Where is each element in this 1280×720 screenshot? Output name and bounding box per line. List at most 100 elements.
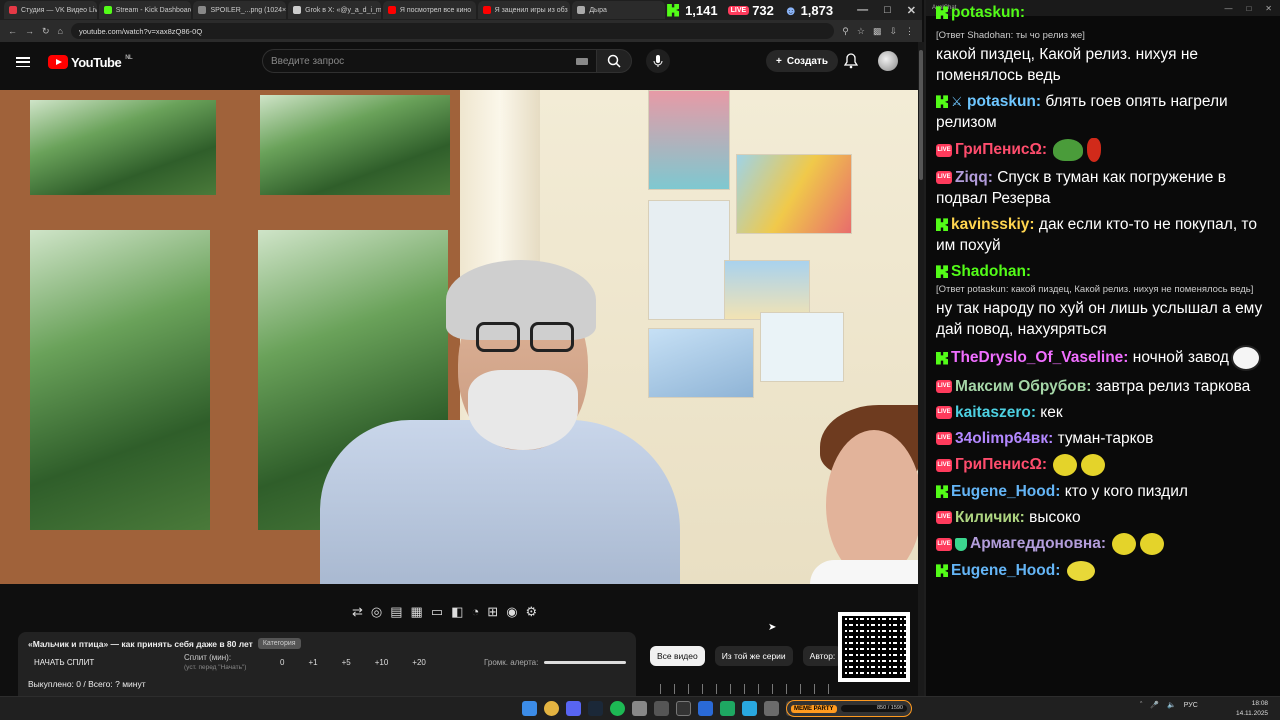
close-icon[interactable]: ✕ bbox=[907, 4, 916, 17]
app-icon[interactable] bbox=[654, 701, 669, 716]
blob-emote-icon bbox=[1066, 560, 1095, 581]
chat-username[interactable]: TheDryslo_Of_Vaseline: bbox=[951, 349, 1128, 366]
related-filters: Все видео Из той же серии Автор: bbox=[650, 646, 843, 666]
subtitles-icon[interactable]: ▤ bbox=[390, 604, 402, 620]
chat-username[interactable]: kavinsskiy: bbox=[951, 216, 1035, 233]
chat-username[interactable]: potaskun: bbox=[951, 4, 1025, 21]
extensions-icon[interactable]: ▩ bbox=[873, 26, 882, 37]
split-add-5-button[interactable]: +5 bbox=[342, 658, 351, 667]
mic-icon[interactable]: 🎤 bbox=[1150, 701, 1159, 709]
search-input[interactable]: Введите запрос bbox=[262, 49, 596, 73]
app-icon[interactable] bbox=[720, 701, 735, 716]
clock[interactable]: 18:08 14.11.2025 bbox=[1236, 699, 1268, 719]
tab-favicon-icon bbox=[387, 6, 396, 14]
hamburger-menu-icon[interactable] bbox=[16, 57, 30, 67]
url-field[interactable]: youtube.com/watch?v=xax8zQ86-0Q bbox=[70, 23, 835, 39]
category-button[interactable]: Категория bbox=[257, 638, 301, 649]
browser-tab[interactable]: Я посмотрел все кино bbox=[382, 1, 476, 19]
chat-username[interactable]: Армагеддоновна: bbox=[970, 535, 1106, 552]
notifications-button[interactable] bbox=[843, 53, 859, 74]
windows-start-icon[interactable] bbox=[522, 701, 537, 716]
tab-favicon-icon bbox=[293, 6, 302, 14]
live-icon: LIVE bbox=[936, 511, 952, 525]
maximize-icon[interactable]: □ bbox=[884, 4, 891, 17]
spotify-icon[interactable] bbox=[610, 701, 625, 716]
browser-tab[interactable]: Я заценил игры из обз bbox=[477, 1, 571, 19]
speaker-icon[interactable]: 🔈 bbox=[1167, 701, 1176, 709]
split-add-1-button[interactable]: +1 bbox=[308, 658, 317, 667]
app-icon[interactable] bbox=[764, 701, 779, 716]
split-add-20-button[interactable]: +20 bbox=[412, 658, 426, 667]
meme-party-widget[interactable]: MEME PARTY 850 / 1590 bbox=[786, 700, 912, 717]
gear-icon[interactable]: ⚙ bbox=[526, 604, 538, 620]
frog-emote-icon bbox=[1053, 139, 1084, 161]
chat-username[interactable]: kaitaszero: bbox=[955, 404, 1036, 421]
loop-icon[interactable]: ⇄ bbox=[352, 604, 363, 620]
filter-same-series[interactable]: Из той же серии bbox=[714, 646, 793, 666]
chat-username[interactable]: Ziqq: bbox=[955, 169, 993, 186]
chat-message: LIVE ГриПенисΩ: bbox=[936, 454, 1276, 476]
screenshot-icon[interactable]: ◉ bbox=[506, 604, 517, 620]
chat-username[interactable]: 34olimp64вк: bbox=[955, 430, 1053, 447]
chrome-icon[interactable] bbox=[544, 701, 559, 716]
steam-icon[interactable] bbox=[588, 701, 603, 716]
browser-tab[interactable]: Дыра bbox=[572, 1, 666, 19]
telegram-icon[interactable] bbox=[742, 701, 757, 716]
browser-tab[interactable]: SPOILER_...png (1024×1 bbox=[193, 1, 287, 19]
keyboard-icon[interactable] bbox=[576, 57, 588, 65]
alert-volume-label: Громк. алерта: bbox=[484, 658, 539, 667]
youtube-logo[interactable]: YouTube NL bbox=[48, 55, 133, 70]
theater-icon[interactable]: ▭ bbox=[431, 604, 443, 620]
chat-username[interactable]: Eugene_Hood: bbox=[951, 483, 1060, 500]
start-split-button[interactable]: НАЧАТЬ СПЛИТ bbox=[34, 658, 94, 667]
filter-all-videos[interactable]: Все видео bbox=[650, 646, 705, 666]
forward-icon[interactable]: → bbox=[25, 26, 34, 36]
search-button[interactable] bbox=[596, 49, 632, 73]
plus-icon: + bbox=[776, 55, 782, 67]
clip-icon[interactable]: ▦ bbox=[411, 604, 423, 620]
chat-username[interactable]: potaskun: bbox=[967, 93, 1041, 110]
app-icon[interactable] bbox=[698, 701, 713, 716]
minimize-icon[interactable]: — bbox=[857, 4, 868, 17]
download-icon[interactable]: ⇩ bbox=[889, 26, 897, 37]
stream-stats: 1,141 LIVE 732 ☻ 1,873 — □ ✕ bbox=[667, 3, 922, 18]
home-icon[interactable]: ⌂ bbox=[58, 26, 63, 36]
language-indicator[interactable]: РУС bbox=[1184, 702, 1198, 709]
browser-tab[interactable]: Студия — VK Видео Liv bbox=[4, 1, 97, 19]
chat-username[interactable]: Shadohan: bbox=[951, 263, 1031, 280]
yell-emote-icon bbox=[1081, 454, 1106, 476]
browser-tab[interactable]: Grok в X: «@y_a_d_i_m bbox=[288, 1, 381, 19]
obs-icon[interactable] bbox=[676, 701, 691, 716]
browser-tab[interactable]: Stream - Kick Dashboard bbox=[98, 1, 192, 19]
live-icon: LIVE bbox=[936, 458, 952, 472]
filter-author[interactable]: Автор: bbox=[802, 646, 843, 666]
chat-username[interactable]: Eugene_Hood: bbox=[951, 562, 1060, 579]
app-icon[interactable] bbox=[632, 701, 647, 716]
chat-username[interactable]: ГриПенисΩ: bbox=[955, 141, 1047, 158]
discord-icon[interactable] bbox=[566, 701, 581, 716]
chevron-up-icon[interactable]: ˆ bbox=[1140, 702, 1142, 709]
add-icon[interactable]: ⊞ bbox=[487, 604, 498, 620]
drawing bbox=[648, 200, 730, 320]
reload-icon[interactable]: ↻ bbox=[42, 26, 50, 37]
bookmark-icon[interactable]: ☆ bbox=[857, 26, 865, 37]
broadcast-icon[interactable]: ◎ bbox=[371, 604, 382, 620]
kick-icon bbox=[936, 218, 948, 232]
menu-dots-icon[interactable]: ⋮ bbox=[905, 26, 914, 37]
avatar[interactable] bbox=[878, 51, 898, 71]
chat-message: LIVE Армагеддоновна: bbox=[936, 533, 1276, 555]
speed-icon[interactable]: ◔ bbox=[471, 604, 479, 620]
chat-username[interactable]: ГриПенисΩ: bbox=[955, 456, 1047, 473]
alert-volume-slider[interactable] bbox=[544, 661, 626, 664]
create-button[interactable]: + Создать bbox=[766, 50, 838, 72]
split-add-10-button[interactable]: +10 bbox=[375, 658, 389, 667]
video-player[interactable] bbox=[0, 90, 918, 584]
back-icon[interactable]: ← bbox=[8, 26, 17, 36]
zoom-icon[interactable]: ⚲ bbox=[842, 26, 849, 37]
person-beard bbox=[468, 370, 578, 450]
chat-username[interactable]: Киличик: bbox=[955, 509, 1025, 526]
pip-icon[interactable]: ◧ bbox=[451, 604, 463, 620]
chat-username[interactable]: Максим Обрубов: bbox=[955, 378, 1091, 395]
chat-message: ⚔ potaskun: блять гоев опять нагрели рели… bbox=[936, 91, 1276, 133]
voice-search-button[interactable] bbox=[646, 49, 670, 73]
